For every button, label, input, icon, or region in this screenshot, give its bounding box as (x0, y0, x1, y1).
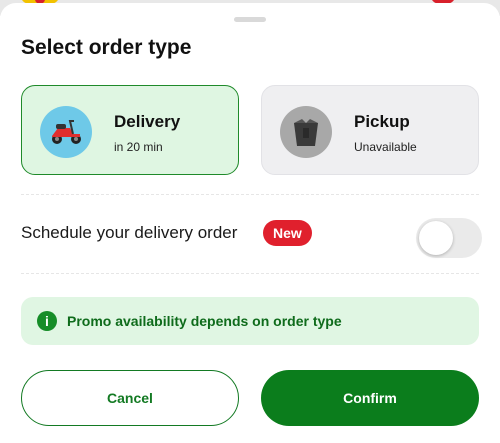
delivery-option-eta: in 20 min (114, 140, 163, 154)
delivery-option[interactable]: Delivery in 20 min (21, 85, 239, 175)
promo-info-text: Promo availability depends on order type (67, 313, 342, 329)
pickup-option[interactable]: Pickup Unavailable (261, 85, 479, 175)
sheet-title: Select order type (21, 36, 192, 59)
cancel-button[interactable]: Cancel (21, 370, 239, 426)
divider (21, 194, 479, 195)
info-icon: i (37, 311, 57, 331)
divider (21, 273, 479, 274)
scooter-icon (40, 106, 92, 158)
delivery-option-label: Delivery (114, 112, 181, 131)
schedule-label: Schedule your delivery order (21, 223, 238, 242)
promo-info-banner: i Promo availability depends on order ty… (21, 297, 479, 345)
drag-handle[interactable] (234, 17, 266, 22)
order-type-sheet: Select order type Delivery in 20 min Pic… (0, 3, 500, 443)
pickup-option-status: Unavailable (354, 140, 417, 154)
bag-icon (280, 106, 332, 158)
new-badge: New (263, 220, 312, 246)
confirm-button[interactable]: Confirm (261, 370, 479, 426)
pickup-option-label: Pickup (354, 112, 410, 131)
toggle-knob (419, 221, 453, 255)
schedule-toggle[interactable] (416, 218, 482, 258)
